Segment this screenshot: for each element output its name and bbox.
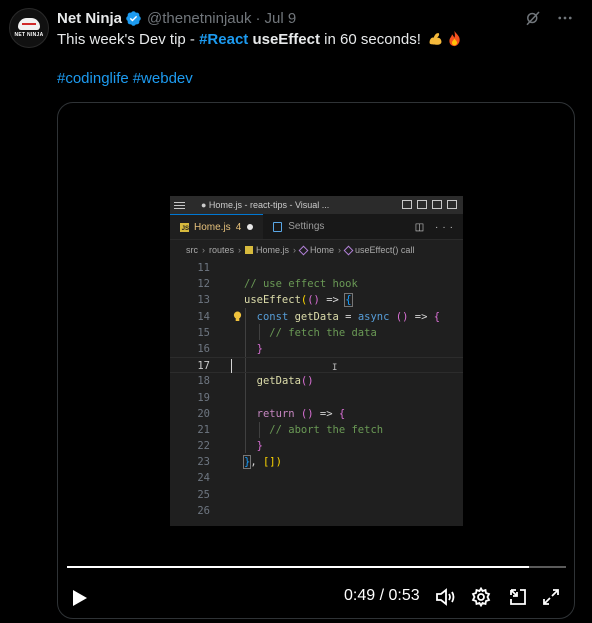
tab-label: Home.js — [194, 221, 231, 233]
avatar-logo-text: NET NINJA — [14, 32, 44, 38]
crumb-component: Home — [310, 245, 335, 255]
tweet-text-suffix: in 60 seconds! — [319, 31, 421, 48]
breadcrumb: src › routes › Home.js › Home › useEffect() … — [186, 245, 415, 255]
code-line: 21 // abort the fetch — [197, 423, 384, 436]
author-name[interactable]: Net Ninja — [57, 10, 122, 27]
code-line: 20 return () => { — [197, 407, 346, 420]
code-line: 11 — [197, 262, 210, 274]
crumb-call: useEffect() call — [355, 245, 415, 255]
video-progress-fill — [67, 566, 529, 568]
video-controls: 0:49 / 0:53 — [58, 583, 574, 611]
code-line: 14 const getData = async () => { — [197, 310, 441, 323]
pip-icon[interactable] — [508, 587, 528, 612]
problem-count: 4 — [235, 221, 242, 233]
editor-tabs: JS Home.js 4 Settings ◫ ··· — [170, 214, 463, 240]
code-line: 22 } — [197, 440, 263, 453]
tweet-text-prefix: This week's Dev tip - — [57, 31, 200, 48]
hashtag-codinglife[interactable]: #codinglife — [57, 70, 129, 87]
tab-label: Settings — [288, 221, 325, 232]
menu-icon — [174, 201, 185, 209]
tweet-text-bold: useEffect — [252, 31, 320, 48]
component-icon — [298, 245, 309, 255]
avatar[interactable]: NET NINJA — [9, 8, 49, 48]
fullscreen-icon[interactable] — [541, 587, 561, 612]
flexed-biceps-emoji — [429, 33, 442, 45]
crumb-routes: routes — [209, 245, 235, 255]
hashtag-webdev[interactable]: #webdev — [133, 70, 193, 87]
unsaved-dot-icon — [247, 224, 254, 230]
tweet-text: This week's Dev tip - #React useEffect i… — [57, 30, 463, 50]
code-line: 15 // fetch the data — [197, 326, 377, 339]
tab-actions: ◫ ··· — [414, 222, 457, 233]
code-line: 19 — [197, 391, 210, 404]
tab-settings: Settings — [263, 214, 334, 239]
code-line: 12// use effect hook — [197, 278, 358, 291]
crumb-file: Home.js — [256, 245, 290, 255]
method-icon — [343, 245, 354, 255]
tweet-date[interactable]: Jul 9 — [264, 10, 296, 27]
code-line: 13 useEffect(() => { — [197, 293, 353, 308]
ninja-mask-logo — [18, 18, 40, 30]
code-line: 16 } — [197, 342, 263, 355]
js-file-icon: JS — [180, 222, 189, 232]
js-file-icon — [245, 246, 254, 254]
hashtag-react[interactable]: #React — [199, 31, 248, 48]
fire-emoji — [449, 30, 460, 47]
tweet-header: Net Ninja @thenetninjauk · Jul 9 — [57, 8, 296, 28]
vscode-titlebar: ● Home.js - react-tips - Visual ... — [170, 196, 463, 214]
duration: 0:53 — [388, 587, 420, 604]
separator-dot: · — [255, 9, 261, 27]
current-time: 0:49 — [344, 587, 376, 604]
tab-home-js: JS Home.js 4 — [170, 214, 264, 239]
video-time: 0:49 / 0:53 — [344, 587, 420, 604]
hashtag-list: #codinglife #webdev — [57, 70, 197, 87]
grok-icon[interactable] — [524, 9, 542, 27]
author-handle[interactable]: @thenetninjauk — [147, 10, 251, 27]
more-icon[interactable] — [556, 9, 574, 27]
code-line: 26 — [197, 504, 210, 517]
code-line: 24 — [197, 472, 210, 485]
settings-file-icon — [273, 221, 283, 232]
settings-icon[interactable] — [471, 586, 491, 612]
code-line: 23}, []) — [197, 455, 282, 470]
video-player[interactable]: ● Home.js - react-tips - Visual ... JS H… — [57, 102, 575, 619]
code-line-current: 17 I — [170, 357, 463, 374]
code-area: 11 12// use effect hook 13 useEffect(() =… — [170, 260, 463, 519]
code-line: 18 getData() — [197, 375, 314, 388]
crumb-src: src — [186, 245, 198, 255]
code-line: 25 — [197, 488, 210, 501]
layout-icons — [402, 200, 457, 209]
tweet-top-actions — [524, 9, 574, 27]
play-icon[interactable] — [72, 589, 88, 612]
video-progress-bar[interactable] — [67, 566, 566, 568]
window-title: ● Home.js - react-tips - Visual ... — [201, 200, 330, 210]
vscode-screenshot: ● Home.js - react-tips - Visual ... JS H… — [170, 196, 463, 526]
volume-icon[interactable] — [435, 587, 457, 612]
verified-badge-icon[interactable] — [125, 10, 142, 27]
